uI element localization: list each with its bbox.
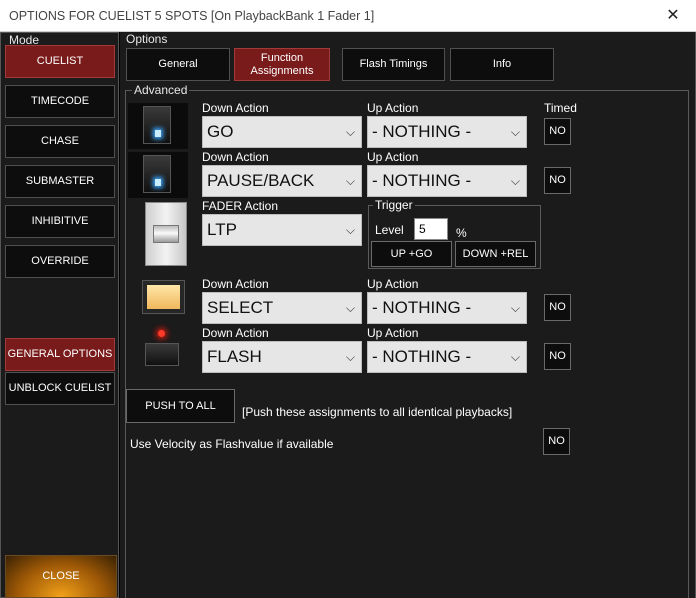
chevron-down-icon: ⌵ xyxy=(345,223,355,237)
advanced-label: Advanced xyxy=(132,83,190,97)
options-label: Options xyxy=(126,32,168,46)
trigger-label: Trigger xyxy=(373,198,415,212)
row4-up-value: - NOTHING - xyxy=(372,298,472,317)
playback-button-icon xyxy=(143,106,171,144)
row2-up-select[interactable]: - NOTHING - ⌵ xyxy=(367,165,527,197)
push-note: [Push these assignments to all identical… xyxy=(242,405,513,419)
playback-button-icon xyxy=(143,155,171,193)
chevron-down-icon: ⌵ xyxy=(510,125,520,139)
row1-timed-toggle[interactable]: NO xyxy=(544,118,571,145)
mode-cuelist-button[interactable]: CUELIST xyxy=(5,45,115,78)
row2-up-value: - NOTHING - xyxy=(372,171,472,190)
tab-general[interactable]: General xyxy=(126,48,230,81)
chevron-down-icon: ⌵ xyxy=(345,350,355,364)
row4-down-label: Down Action xyxy=(202,277,269,291)
row5-up-select[interactable]: - NOTHING - ⌵ xyxy=(367,341,527,373)
mode-timecode-button[interactable]: TIMECODE xyxy=(5,85,115,118)
row5-down-label: Down Action xyxy=(202,326,269,340)
row4-timed-toggle[interactable]: NO xyxy=(544,294,571,321)
level-label: Level xyxy=(375,223,404,237)
up-go-button[interactable]: UP +GO xyxy=(371,241,452,267)
row4-up-label: Up Action xyxy=(367,277,419,291)
chevron-down-icon: ⌵ xyxy=(345,125,355,139)
mode-override-button[interactable]: OVERRIDE xyxy=(5,245,115,278)
general-options-button[interactable]: GENERAL OPTIONS xyxy=(5,338,115,371)
mode-panel: Mode CUELIST TIMECODE CHASE SUBMASTER IN… xyxy=(0,32,119,598)
tab-flash-timings[interactable]: Flash Timings xyxy=(342,48,445,81)
row2-down-label: Down Action xyxy=(202,150,269,164)
row1-down-select[interactable]: GO ⌵ xyxy=(202,116,362,148)
chevron-down-icon: ⌵ xyxy=(345,174,355,188)
row2-up-label: Up Action xyxy=(367,150,419,164)
row5-down-value: FLASH xyxy=(207,347,262,366)
row4-down-value: SELECT xyxy=(207,298,274,317)
row3-fader-select[interactable]: LTP ⌵ xyxy=(202,214,362,246)
window-title: OPTIONS FOR CUELIST 5 SPOTS [On Playback… xyxy=(9,9,375,23)
row1-down-label: Down Action xyxy=(202,101,269,115)
chevron-down-icon: ⌵ xyxy=(510,350,520,364)
fader-icon xyxy=(145,202,187,266)
row5-timed-toggle[interactable]: NO xyxy=(544,343,571,370)
tab-info[interactable]: Info xyxy=(450,48,554,81)
row2-down-value: PAUSE/BACK xyxy=(207,171,315,190)
chevron-down-icon: ⌵ xyxy=(510,301,520,315)
row4-down-select[interactable]: SELECT ⌵ xyxy=(202,292,362,324)
row5-up-label: Up Action xyxy=(367,326,419,340)
row1-down-value: GO xyxy=(207,122,234,141)
mode-chase-button[interactable]: CHASE xyxy=(5,125,115,158)
row2-down-select[interactable]: PAUSE/BACK ⌵ xyxy=(202,165,362,197)
row5-up-value: - NOTHING - xyxy=(372,347,472,366)
row1-up-value: - NOTHING - xyxy=(372,122,472,141)
row3-fader-label: FADER Action xyxy=(202,199,279,213)
mode-submaster-button[interactable]: SUBMASTER xyxy=(5,165,115,198)
row2-icon xyxy=(128,152,188,198)
timed-header: Timed xyxy=(544,101,577,115)
push-to-all-button[interactable]: PUSH TO ALL xyxy=(126,389,235,423)
velocity-label: Use Velocity as Flashvalue if available xyxy=(130,437,334,451)
row1-up-select[interactable]: - NOTHING - ⌵ xyxy=(367,116,527,148)
row1-up-label: Up Action xyxy=(367,101,419,115)
row4-up-select[interactable]: - NOTHING - ⌵ xyxy=(367,292,527,324)
row5-down-select[interactable]: FLASH ⌵ xyxy=(202,341,362,373)
row2-timed-toggle[interactable]: NO xyxy=(544,167,571,194)
select-button-icon xyxy=(142,280,185,314)
close-icon[interactable]: ✕ xyxy=(650,0,696,32)
level-unit: % xyxy=(456,226,467,240)
down-rel-button[interactable]: DOWN +REL xyxy=(455,241,536,267)
row3-fader-value: LTP xyxy=(207,220,237,239)
tab-function-assignments[interactable]: Function Assignments xyxy=(234,48,330,81)
flash-button-icon xyxy=(142,328,182,368)
chevron-down-icon: ⌵ xyxy=(345,301,355,315)
close-button[interactable]: CLOSE xyxy=(5,555,117,598)
title-bar: OPTIONS FOR CUELIST 5 SPOTS [On Playback… xyxy=(0,0,696,32)
velocity-toggle[interactable]: NO xyxy=(543,428,570,455)
level-input[interactable]: 5 xyxy=(414,218,448,240)
unblock-cuelist-button[interactable]: UNBLOCK CUELIST xyxy=(5,372,115,405)
mode-inhibitive-button[interactable]: INHIBITIVE xyxy=(5,205,115,238)
row1-icon xyxy=(128,103,188,149)
chevron-down-icon: ⌵ xyxy=(510,174,520,188)
